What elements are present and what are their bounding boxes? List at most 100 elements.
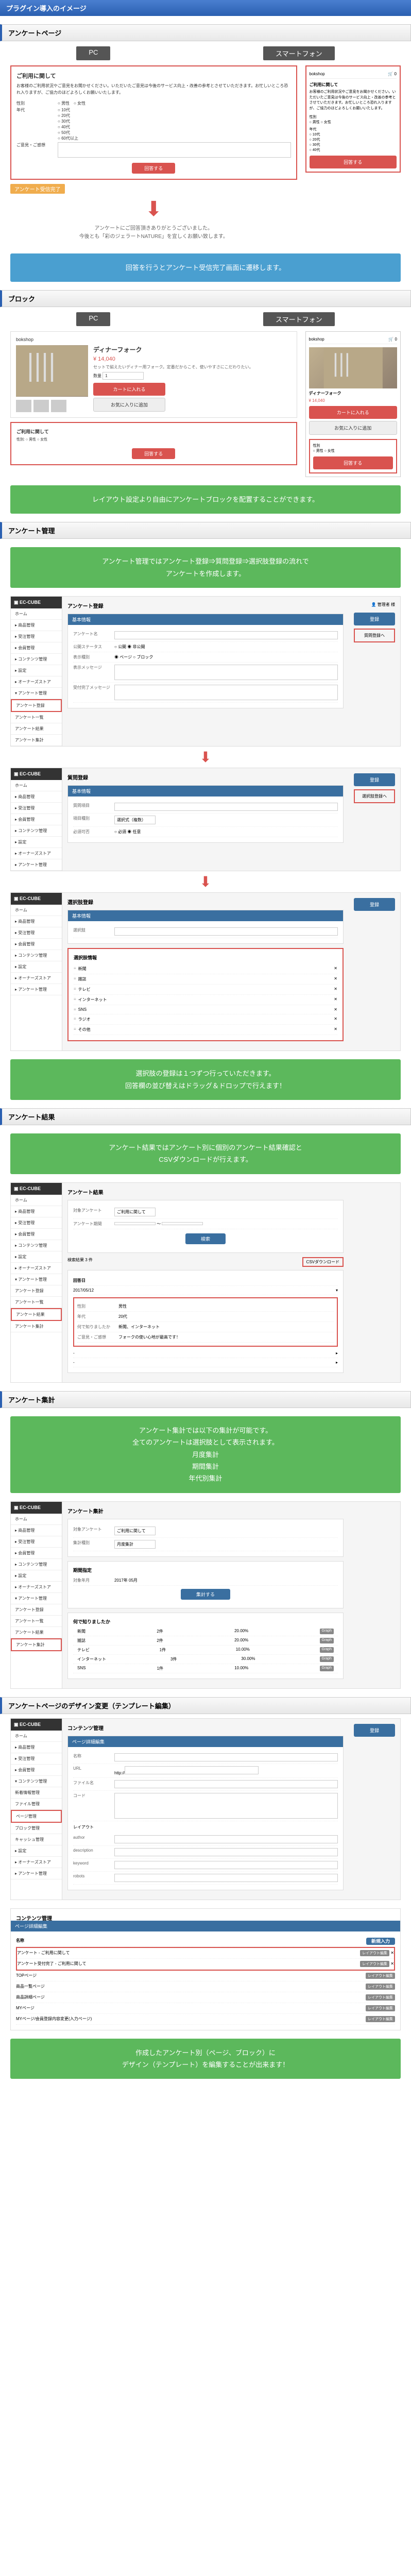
admin-result: ▣ EC-CUBE ホーム ▸ 商品管理 ▸ 受注管理 ▸ 会員管理 ▸ コンテ… bbox=[10, 1182, 401, 1383]
name-input[interactable] bbox=[114, 631, 338, 639]
search-button[interactable]: 検索 bbox=[185, 1233, 226, 1244]
nav-survey-stats[interactable]: アンケート集計 bbox=[11, 735, 62, 746]
add-cart-button[interactable]: カートに入れる bbox=[93, 383, 165, 396]
target-select[interactable]: ご利用に関して bbox=[114, 1208, 156, 1216]
nav-order[interactable]: ▸ 受注管理 bbox=[11, 631, 62, 642]
period-to[interactable] bbox=[162, 1222, 203, 1225]
sp-submit[interactable]: 回答する bbox=[310, 156, 397, 168]
thumb[interactable] bbox=[51, 400, 66, 412]
complete-input[interactable] bbox=[114, 685, 338, 700]
nav-settings[interactable]: ▸ 設定 bbox=[11, 665, 62, 676]
page-row[interactable]: MYページ/会員登録内容変更(入力ページ)レイアウト編集 bbox=[16, 2014, 395, 2025]
q-type-select[interactable]: 選択式（複数） bbox=[114, 816, 156, 824]
page-row[interactable]: アンケート受付完了 - ご利用に関してレイアウト編集 ✕ bbox=[17, 1959, 394, 1970]
page-row[interactable]: アンケート - ご利用に関してレイアウト編集 ✕ bbox=[17, 1948, 394, 1959]
choice-item[interactable]: ≡SNS✕ bbox=[74, 1005, 337, 1014]
stat-row: テレビ1件10.00%Graph bbox=[73, 1646, 338, 1655]
nav-survey-list[interactable]: アンケート一覧 bbox=[11, 712, 62, 723]
comment-input[interactable] bbox=[58, 142, 291, 158]
survey-title: ご利用に関して bbox=[16, 72, 291, 80]
page-row[interactable]: 商品一覧ページレイアウト編集 bbox=[16, 1981, 395, 1992]
result-row[interactable]: 2017/05/12▾ bbox=[73, 1286, 338, 1295]
block-survey-mockup: ご利用に関して 性別: ○ 男性 ○ 女性 回答する bbox=[10, 422, 297, 465]
period-from[interactable] bbox=[114, 1222, 156, 1225]
nav-stats-active[interactable]: アンケート集計 bbox=[11, 1638, 62, 1651]
nav-product[interactable]: ▸ 商品管理 bbox=[11, 620, 62, 631]
nav-survey-result[interactable]: アンケート結果 bbox=[11, 723, 62, 735]
admin-stats: ▣ EC-CUBE ホーム ▸ 商品管理 ▸ 受注管理 ▸ 会員管理 ▸ コンテ… bbox=[10, 1501, 401, 1689]
choice-item[interactable]: ≡テレビ✕ bbox=[74, 985, 337, 995]
msg-input[interactable] bbox=[114, 665, 338, 680]
stat-row: インターネット3件30.00%Graph bbox=[73, 1655, 338, 1664]
qty-select[interactable]: 1 bbox=[102, 372, 144, 380]
cart-icon[interactable]: 🛒 0 bbox=[388, 337, 397, 342]
submit-button[interactable]: 回答する bbox=[132, 163, 175, 174]
sp-fav[interactable]: お気に入りに追加 bbox=[309, 421, 398, 435]
csv-button[interactable]: CSVダウンロード bbox=[302, 1257, 344, 1267]
sp-tag-2: スマートフォン bbox=[263, 312, 335, 326]
regist-button[interactable]: 登録 bbox=[354, 773, 395, 786]
survey-sp-mockup: bokshop🛒 0 ご利用に関して お客様のご利用状況やご意見をお聞かせくださ… bbox=[305, 65, 401, 173]
choice-item[interactable]: ≡インターネット✕ bbox=[74, 995, 337, 1005]
stat-row: 雑誌2件20.00%Graph bbox=[73, 1636, 338, 1646]
result-count: 検索結果 3 件 bbox=[67, 1257, 93, 1267]
to-choice-box[interactable]: 選択肢登録へ bbox=[354, 789, 395, 803]
complete-label: アンケート受信完了 bbox=[10, 184, 65, 194]
info-green-4: アンケート結果ではアンケート別に個別のアンケート結果確認と CSVダウンロードが… bbox=[10, 1133, 401, 1174]
nav-survey-reg[interactable]: アンケート登録 bbox=[11, 699, 62, 712]
thumb[interactable] bbox=[33, 400, 49, 412]
info-green-6: 作成したアンケート別（ページ、ブロック）に デザイン（テンプレート）を編集するこ… bbox=[10, 2039, 401, 2079]
block-submit[interactable]: 回答する bbox=[132, 448, 175, 459]
regist-button[interactable]: 登録 bbox=[354, 613, 395, 625]
regist-button[interactable]: 登録 bbox=[354, 1724, 395, 1737]
arrow-icon bbox=[0, 749, 411, 766]
sp-add-cart[interactable]: カートに入れる bbox=[309, 406, 398, 419]
do-stats-button[interactable]: 集計する bbox=[181, 1589, 230, 1600]
result-row[interactable]: -▸ bbox=[73, 1358, 338, 1367]
section-survey-page: アンケートページ bbox=[0, 24, 411, 41]
nav-home[interactable]: ホーム bbox=[11, 608, 62, 620]
nav-page-admin[interactable]: ページ管理 bbox=[11, 1810, 62, 1823]
block-sp-mockup: bokshop🛒 0 ディナーフォーク ¥ 14,040 カートに入れる お気に… bbox=[305, 331, 401, 477]
page-row[interactable]: TOPページレイアウト編集 bbox=[16, 1971, 395, 1981]
comment-label: ご意見・ご感想 bbox=[16, 142, 58, 158]
nav-survey-admin[interactable]: ▾ アンケート管理 bbox=[11, 688, 62, 699]
sp-tag: スマートフォン bbox=[263, 46, 335, 60]
gender-label: 性別 bbox=[16, 100, 58, 106]
page-header: プラグイン導入のイメージ bbox=[0, 0, 411, 16]
page-row[interactable]: MYページレイアウト編集 bbox=[16, 2003, 395, 2014]
choice-item[interactable]: ≡新聞✕ bbox=[74, 964, 337, 974]
graph-button[interactable]: Graph bbox=[320, 1629, 334, 1634]
section-admin: アンケート管理 bbox=[0, 522, 411, 539]
to-question-box[interactable]: 質問登録へ bbox=[354, 629, 395, 642]
arrow-icon bbox=[10, 199, 297, 219]
choice-item[interactable]: ≡ラジオ✕ bbox=[74, 1014, 337, 1025]
section-stats: アンケート集計 bbox=[0, 1391, 411, 1408]
info-green-2: アンケート管理ではアンケート登録⇒質問登録⇒選択肢登録の流れで アンケートを作成… bbox=[10, 547, 401, 588]
q-name-input[interactable] bbox=[114, 803, 338, 811]
fav-button[interactable]: お気に入りに追加 bbox=[93, 398, 165, 412]
nav-member[interactable]: ▸ 会員管理 bbox=[11, 642, 62, 654]
admin-logo: ▣ EC-CUBE bbox=[11, 597, 62, 608]
basic-panel: 基本情報 アンケート名 公開ステータス○ 公開 ◉ 非公開 表示種別◉ ページ … bbox=[67, 614, 344, 708]
age-label: 年代 bbox=[16, 107, 58, 141]
result-row[interactable]: -▸ bbox=[73, 1349, 338, 1358]
nav-result-active[interactable]: アンケート結果 bbox=[11, 1308, 62, 1321]
sp-product-image bbox=[309, 347, 398, 388]
nav-content[interactable]: ▸ コンテンツ管理 bbox=[11, 654, 62, 665]
product-image bbox=[16, 345, 88, 397]
section-block: ブロック bbox=[0, 290, 411, 307]
cart-icon[interactable]: 🛒 0 bbox=[388, 72, 397, 76]
page-row[interactable]: 商品詳細ページレイアウト編集 bbox=[16, 1992, 395, 2003]
sp-block-submit[interactable]: 回答する bbox=[313, 456, 393, 469]
admin-survey-reg: ▣ EC-CUBE ホーム ▸ 商品管理 ▸ 受注管理 ▸ 会員管理 ▸ コンテ… bbox=[10, 596, 401, 747]
choice-item[interactable]: ≡雑誌✕ bbox=[74, 974, 337, 985]
thumb[interactable] bbox=[16, 400, 31, 412]
choice-item[interactable]: ≡その他✕ bbox=[74, 1025, 337, 1035]
new-button[interactable]: 新規入力 bbox=[366, 1938, 395, 1945]
choice-input[interactable] bbox=[114, 927, 338, 936]
product-price: ¥ 14,040 bbox=[93, 356, 292, 362]
pc-tag-2: PC bbox=[76, 312, 110, 326]
nav-owner[interactable]: ▸ オーナーズストア bbox=[11, 676, 62, 688]
regist-button[interactable]: 登録 bbox=[354, 898, 395, 911]
